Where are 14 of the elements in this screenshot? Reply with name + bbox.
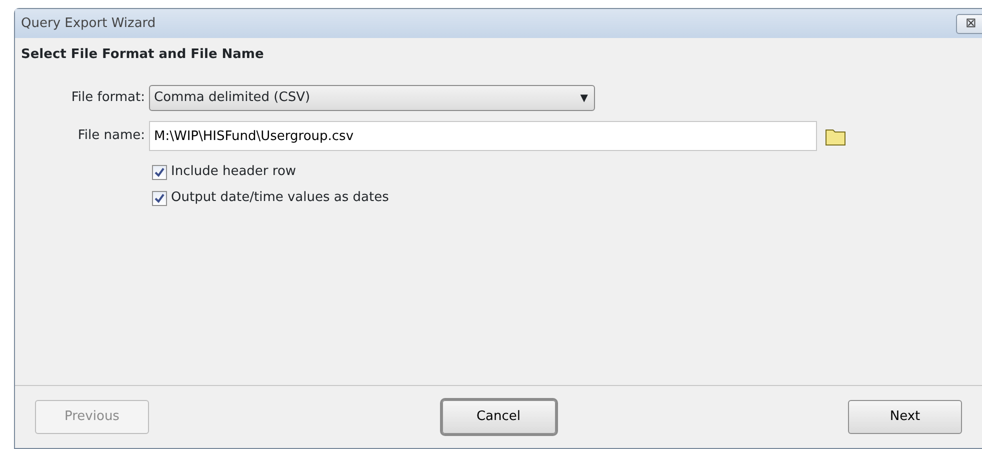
- field-label: File format:: [70, 89, 146, 108]
- file-name-field[interactable]: M:\WIP\HISFund\Usergroup.csv: [149, 121, 817, 151]
- window-title: Query Export Wizard: [21, 14, 156, 33]
- file-format-dropdown[interactable]: Comma delimited (CSV) ▼: [149, 85, 595, 111]
- folder-icon[interactable]: [825, 126, 847, 146]
- page-heading: Select File Format and File Name: [21, 47, 264, 62]
- checkbox[interactable]: [152, 190, 167, 206]
- checkbox-label[interactable]: Output date/time values as dates: [171, 188, 389, 208]
- wizard-button[interactable]: Cancel: [442, 400, 556, 434]
- checkbox-label[interactable]: Include header row: [171, 162, 296, 182]
- wizard-button[interactable]: Next: [848, 400, 962, 434]
- field-label: File name:: [76, 127, 146, 146]
- checkbox[interactable]: [152, 164, 167, 180]
- close-button[interactable]: ⊠: [956, 14, 982, 34]
